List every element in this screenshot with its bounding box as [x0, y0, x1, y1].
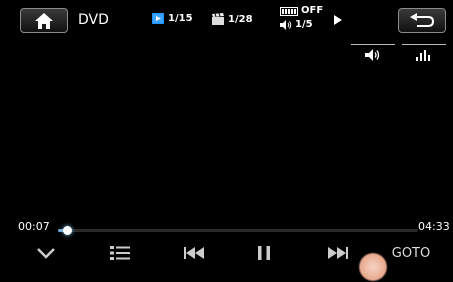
title-value: 1/28 — [228, 13, 253, 25]
pause-icon — [258, 246, 270, 260]
skip-previous-icon — [184, 247, 204, 259]
pause-button[interactable] — [252, 243, 276, 263]
collapse-button[interactable] — [30, 243, 62, 263]
progress-bar[interactable] — [58, 226, 418, 235]
chapter-indicator: 1/15 — [152, 13, 193, 24]
equalizer-icon — [416, 50, 430, 61]
total-time: 04:33 — [418, 220, 450, 233]
source-label: DVD — [78, 12, 109, 28]
equalizer-tab[interactable] — [402, 44, 446, 65]
chapter-value: 1/15 — [168, 13, 193, 24]
dvd-player-screen: DVD 1/15 1/28 OFF 1/5 00:07 04:33 GOTO — [0, 0, 453, 282]
list-icon — [110, 246, 130, 260]
repeat-box-icon — [280, 6, 298, 16]
speaker-small-icon — [280, 20, 292, 30]
touch-indicator — [358, 252, 388, 282]
current-time: 00:07 — [18, 220, 50, 233]
back-button[interactable] — [398, 8, 446, 33]
speaker-icon — [365, 49, 380, 61]
clapperboard-icon — [212, 13, 224, 25]
audio-track-status: 1/5 — [280, 18, 323, 32]
chapter-icon — [152, 13, 164, 24]
title-indicator: 1/28 — [212, 13, 253, 25]
playlist-button[interactable] — [104, 243, 136, 263]
goto-button[interactable]: GOTO — [386, 243, 436, 263]
audio-track-value: 1/5 — [295, 19, 313, 30]
status-stack: OFF 1/5 — [280, 4, 323, 32]
repeat-value: OFF — [301, 5, 324, 16]
home-icon — [35, 12, 53, 29]
play-state-icon — [334, 15, 342, 25]
previous-button[interactable] — [178, 243, 210, 263]
skip-next-icon — [328, 247, 348, 259]
repeat-status: OFF — [280, 4, 323, 18]
chevron-down-icon — [37, 248, 55, 259]
home-button[interactable] — [20, 8, 68, 33]
next-button[interactable] — [322, 243, 354, 263]
volume-tab[interactable] — [351, 44, 395, 65]
progress-knob[interactable] — [62, 226, 72, 235]
back-arrow-icon — [410, 12, 435, 27]
